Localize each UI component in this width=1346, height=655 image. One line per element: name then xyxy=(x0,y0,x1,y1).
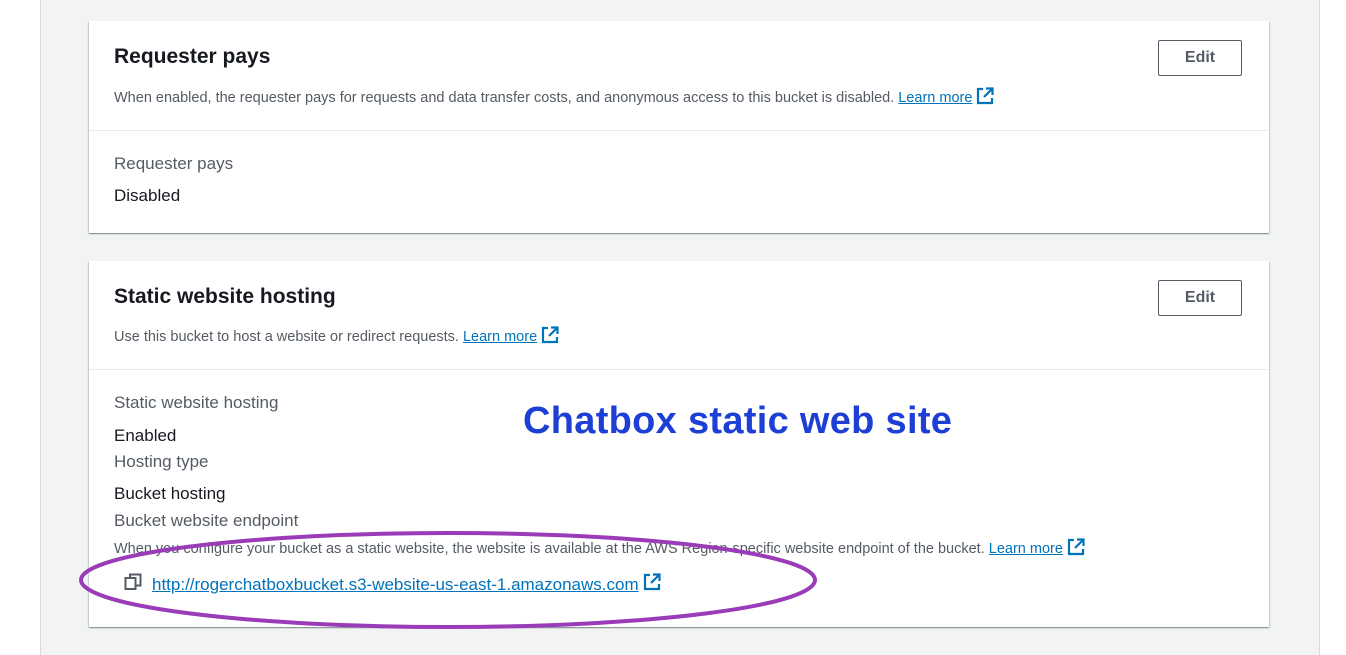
requester-pays-panel: Requester pays When enabled, the request… xyxy=(89,21,1269,233)
hosting-type-value: Bucket hosting xyxy=(114,484,226,503)
bucket-website-endpoint-help: When you configure your bucket as a stat… xyxy=(114,538,1085,560)
external-link-icon[interactable] xyxy=(643,573,661,596)
requester-pays-title: Requester pays xyxy=(114,45,271,68)
requester-pays-learn-more-link[interactable]: Learn more xyxy=(898,90,972,106)
requester-pays-description-text: When enabled, the requester pays for req… xyxy=(114,90,895,106)
static-hosting-description-text: Use this bucket to host a website or red… xyxy=(114,329,459,345)
requester-pays-field-label: Requester pays xyxy=(114,154,234,173)
endpoint-help-text: When you configure your bucket as a stat… xyxy=(114,541,985,557)
external-link-icon[interactable] xyxy=(976,87,995,109)
static-website-hosting-panel: Static website hosting Use this bucket t… xyxy=(89,261,1269,627)
static-hosting-learn-more-link[interactable]: Learn more xyxy=(463,329,537,345)
bucket-website-endpoint-label: Bucket website endpoint xyxy=(114,511,299,530)
requester-pays-description: When enabled, the requester pays for req… xyxy=(114,87,995,109)
requester-pays-field-value: Disabled xyxy=(114,186,181,205)
requester-pays-header: Requester pays When enabled, the request… xyxy=(89,21,1269,131)
requester-pays-edit-button[interactable]: Edit xyxy=(1158,40,1242,76)
copy-icon[interactable] xyxy=(124,573,142,596)
static-hosting-description: Use this bucket to host a website or red… xyxy=(114,326,559,348)
hosting-type-label: Hosting type xyxy=(114,452,209,471)
static-hosting-status-value: Enabled xyxy=(114,426,177,445)
annotation-overlay-text: Chatbox static web site xyxy=(523,400,953,442)
static-hosting-header: Static website hosting Use this bucket t… xyxy=(89,261,1269,370)
endpoint-learn-more-link[interactable]: Learn more xyxy=(989,541,1063,557)
static-hosting-edit-button[interactable]: Edit xyxy=(1158,280,1242,316)
external-link-icon[interactable] xyxy=(1067,538,1085,560)
static-hosting-status-label: Static website hosting xyxy=(114,393,279,412)
bucket-website-endpoint-link[interactable]: http://rogerchatboxbucket.s3-website-us-… xyxy=(152,575,639,595)
static-hosting-title: Static website hosting xyxy=(114,285,336,308)
external-link-icon[interactable] xyxy=(541,326,559,348)
endpoint-row: http://rogerchatboxbucket.s3-website-us-… xyxy=(124,573,661,596)
